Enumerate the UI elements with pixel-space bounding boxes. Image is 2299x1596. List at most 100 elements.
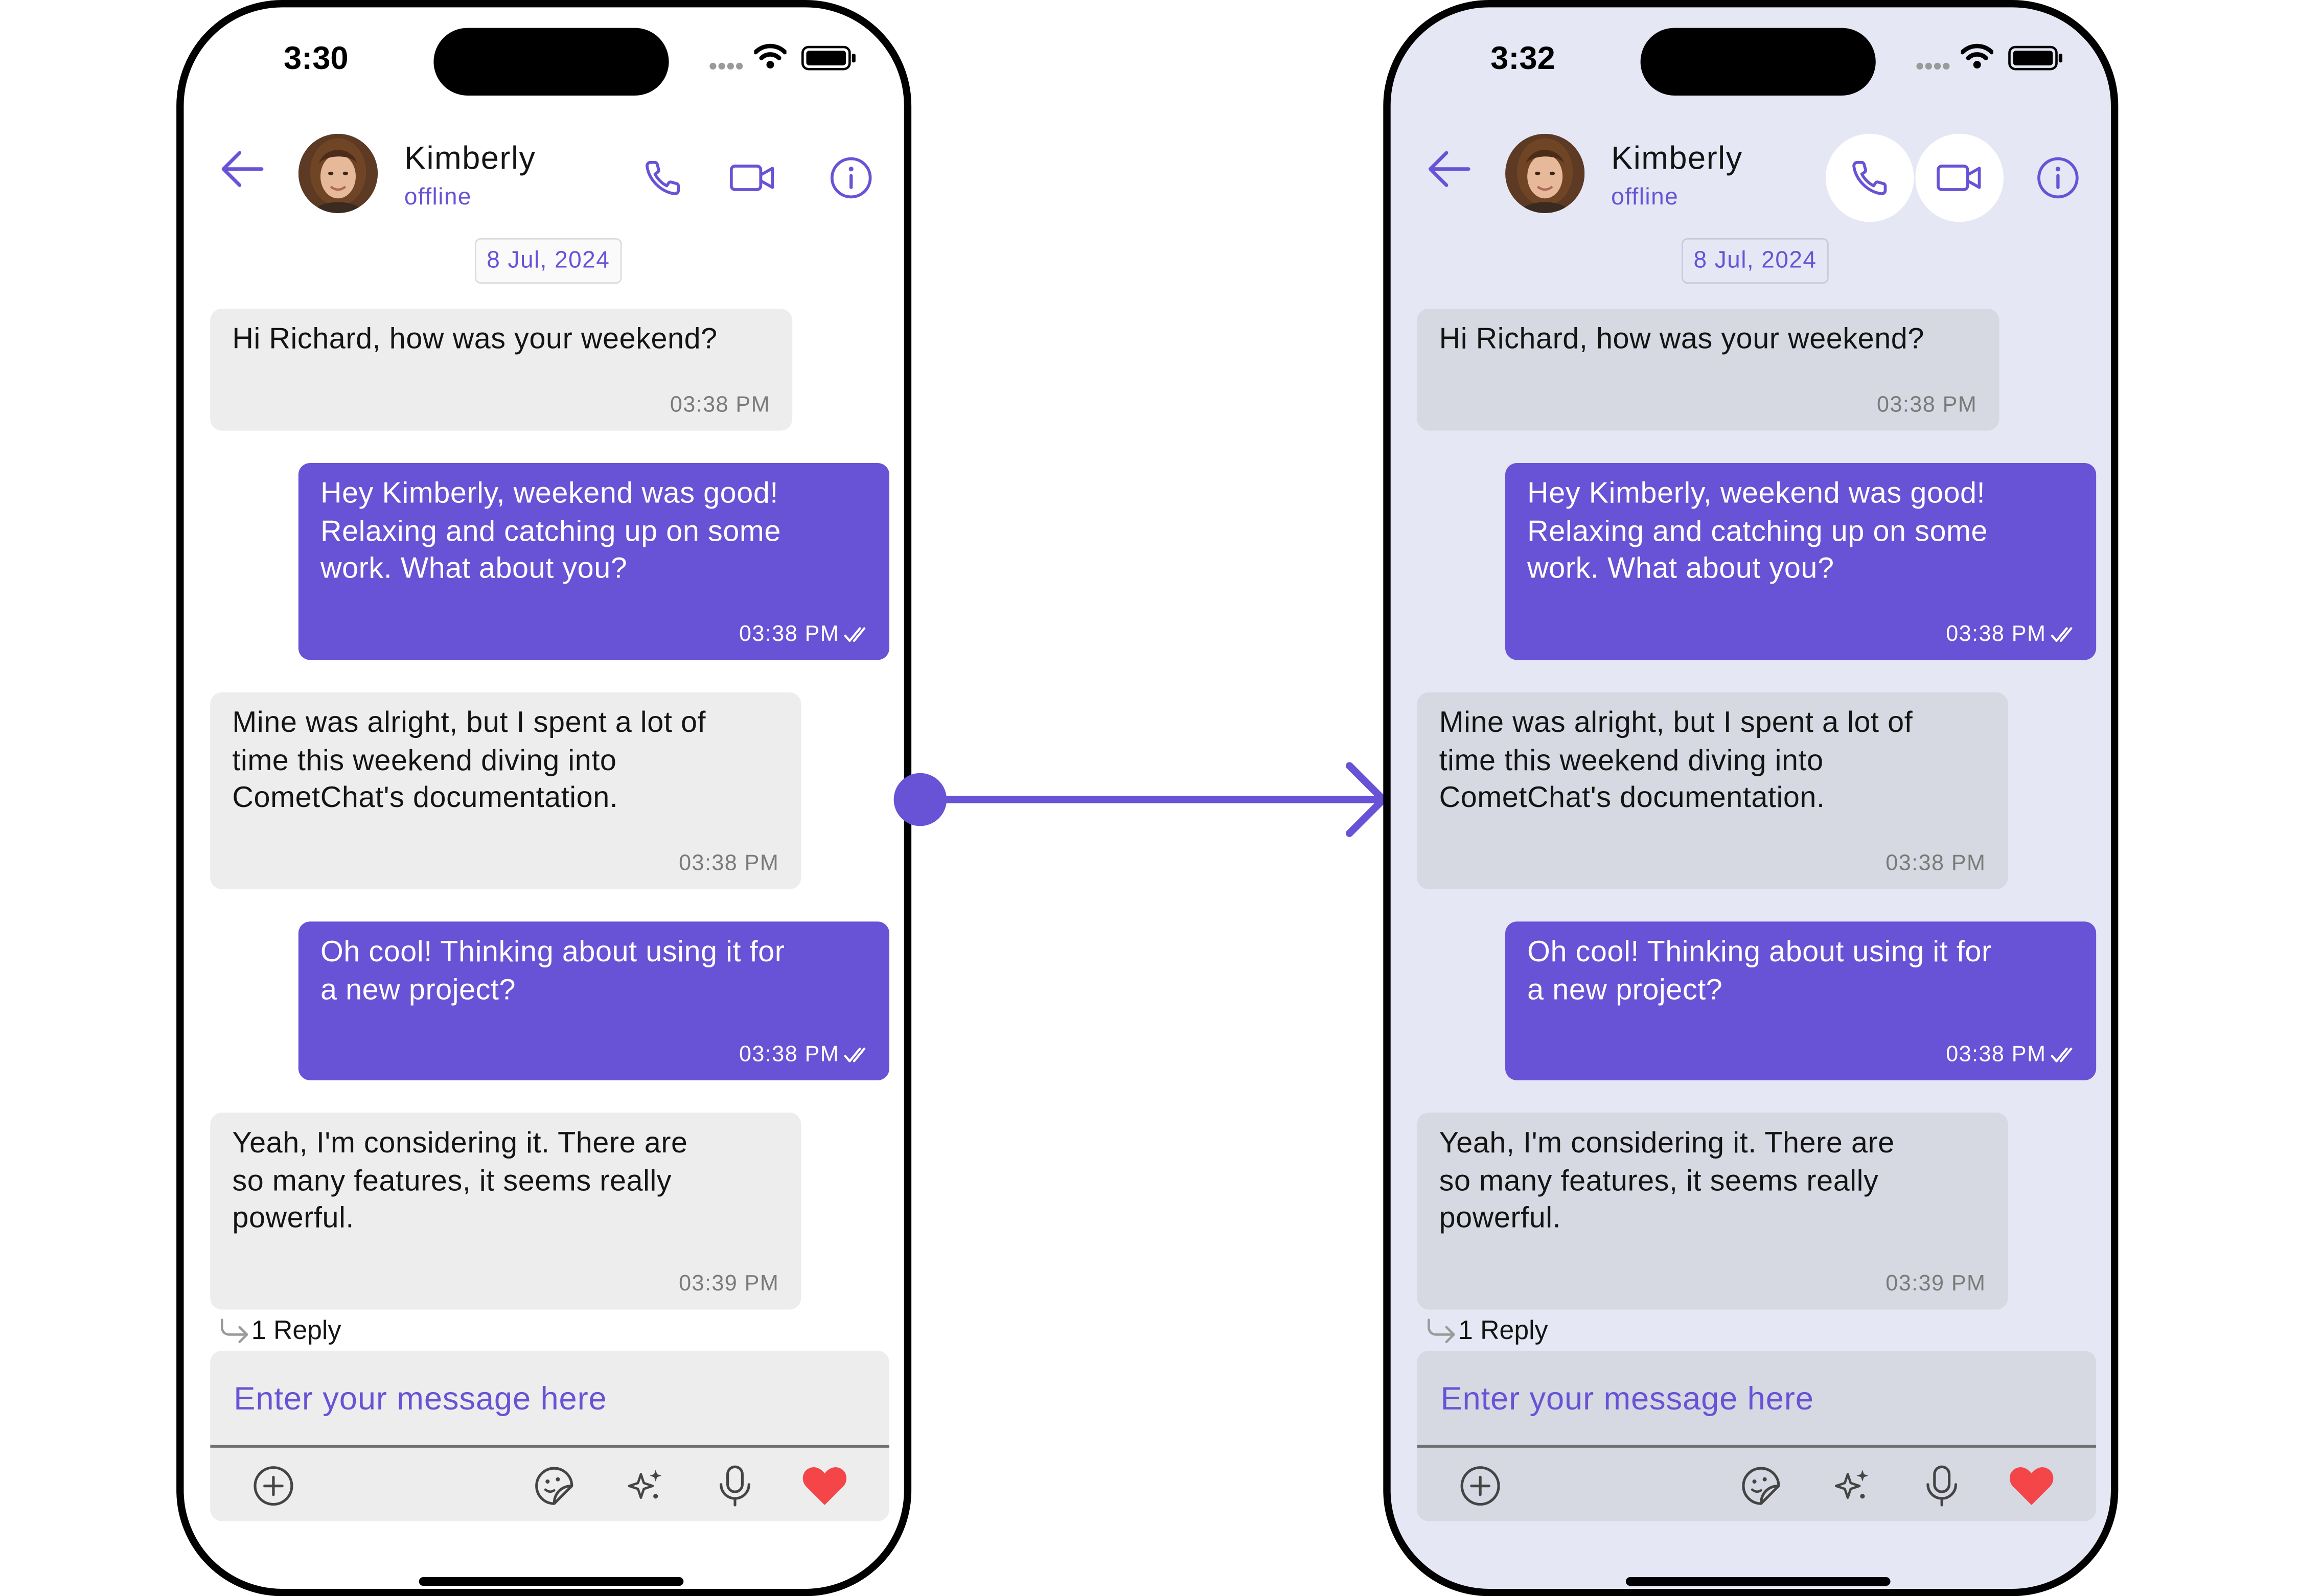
plus-circle-icon [254,1466,293,1506]
thread-reply-link[interactable]: 1 Reply [1426,1315,1548,1346]
thread-reply-link[interactable]: 1 Reply [219,1315,341,1346]
reply-arrow-icon [220,1317,248,1343]
phone-icon [1852,160,1887,195]
sparkles-icon [628,1470,662,1499]
microphone-icon [720,1465,750,1507]
info-button[interactable] [2020,140,2097,216]
message-bubble-incoming[interactable]: Yeah, I'm considering it. There are so m… [1417,1113,2008,1310]
message-input[interactable]: Enter your message here [234,1380,607,1419]
message-bubble-outgoing[interactable]: Hey Kimberly, weekend was good! Relaxing… [1505,462,2097,660]
message-bubble-incoming[interactable]: Mine was alright, but I spent a lot of t… [210,692,801,889]
date-separator: 8 Jul, 2024 [1682,238,1829,284]
message-bubble-outgoing[interactable]: Oh cool! Thinking about using it for a n… [1505,921,2097,1080]
heart-icon [2009,1467,2054,1506]
sticker-button[interactable] [527,1460,581,1513]
sticker-button[interactable] [1735,1460,1788,1513]
video-camera-icon [729,165,774,191]
double-check-read-icon [844,1047,866,1062]
battery-icon [801,45,856,71]
message-bubble-incoming[interactable]: Hi Richard, how was your weekend? 03:38 … [210,308,793,431]
reply-arrow-icon [1428,1317,1455,1343]
message-text: Yeah, I'm considering it. There are so m… [1439,1127,1895,1235]
status-bar-time: 3:32 [1490,39,1555,77]
voice-record-button[interactable] [1915,1460,1968,1513]
info-icon [2037,157,2079,199]
home-indicator [419,1577,684,1586]
microphone-icon [1926,1465,1958,1507]
message-bubble-incoming[interactable]: Hi Richard, how was your weekend? 03:38 … [1417,308,1999,431]
arrow-left-icon [221,151,264,187]
video-call-button[interactable] [1915,133,2004,222]
info-button[interactable] [813,140,889,216]
video-camera-icon [1937,165,1981,191]
send-reaction-button[interactable] [2005,1460,2058,1513]
dynamic-island [433,28,669,96]
avatar-image [298,133,378,214]
message-composer: Enter your message here [1417,1351,2097,1521]
contact-status: offline [404,185,472,211]
arrow-left-icon [1428,151,1470,187]
message-time: 03:38 PM [1946,1042,2047,1067]
message-text: Mine was alright, but I spent a lot of t… [1439,707,1913,815]
heart-icon [802,1467,847,1506]
message-bubble-incoming[interactable]: Yeah, I'm considering it. There are so m… [210,1113,801,1310]
attach-button[interactable] [1454,1460,1507,1513]
avatar[interactable] [298,133,378,214]
voice-call-button[interactable] [1825,133,1914,222]
avatar[interactable] [1505,133,1585,214]
contact-name: Kimberly [1611,140,1743,177]
avatar-image [1505,133,1585,214]
message-text: Mine was alright, but I spent a lot of t… [232,707,706,815]
video-call-button[interactable] [708,134,797,222]
plus-circle-icon [1460,1466,1500,1506]
transition-arrow [893,762,1387,837]
date-separator: 8 Jul, 2024 [474,238,622,284]
double-check-read-icon [2051,626,2073,641]
phone-icon [646,160,680,195]
message-bubble-outgoing[interactable]: Oh cool! Thinking about using it for a n… [298,921,889,1080]
composer-divider [210,1445,889,1447]
double-check-read-icon [2051,1047,2073,1062]
reply-count: 1 Reply [1458,1315,1548,1345]
double-check-read-icon [844,626,866,641]
wifi-icon [1961,43,1993,69]
voice-record-button[interactable] [708,1460,762,1513]
sparkles-icon [1834,1470,1869,1499]
attach-button[interactable] [247,1460,300,1513]
message-text: Oh cool! Thinking about using it for a n… [320,936,785,1006]
message-text: Oh cool! Thinking about using it for a n… [1527,936,1992,1006]
message-time: 03:38 PM [739,1042,840,1067]
message-time: 03:39 PM [1886,1271,1986,1297]
phone-before: 3:30 Kimberly offline 8 Jul, 2024 Hi Ric… [176,0,912,1596]
contact-status: offline [1611,185,1679,211]
message-text: Hey Kimberly, weekend was good! Relaxing… [1527,477,1988,585]
message-time: 03:38 PM [1886,851,1986,876]
voice-call-button[interactable] [619,134,707,222]
sticker-icon [535,1467,573,1505]
reply-count: 1 Reply [251,1315,341,1345]
comparison-canvas: 3:30 Kimberly offline 8 Jul, 2024 Hi Ric… [0,0,2299,1596]
sticker-icon [1742,1467,1780,1505]
back-button[interactable] [1420,140,1479,198]
message-time: 03:39 PM [679,1271,779,1297]
info-icon [830,157,872,199]
send-reaction-button[interactable] [798,1460,852,1513]
message-composer: Enter your message here [210,1351,889,1521]
message-time: 03:38 PM [679,851,779,876]
signal-icon [709,62,743,70]
message-text: Hey Kimberly, weekend was good! Relaxing… [320,477,781,585]
message-time: 03:38 PM [670,392,771,418]
battery-icon [2008,45,2063,71]
message-time: 03:38 PM [1946,621,2047,647]
message-bubble-incoming[interactable]: Mine was alright, but I spent a lot of t… [1417,692,2008,889]
ai-button[interactable] [1824,1460,1877,1513]
message-time: 03:38 PM [1877,392,1978,418]
message-text: Yeah, I'm considering it. There are so m… [232,1127,688,1235]
status-bar-time: 3:30 [283,39,349,77]
message-bubble-outgoing[interactable]: Hey Kimberly, weekend was good! Relaxing… [298,462,889,660]
back-button[interactable] [213,140,272,198]
message-text: Hi Richard, how was your weekend? [1439,323,1924,356]
phone-after: 3:32 Kimberly offline 8 Jul, 2024 Hi Ric… [1383,0,2119,1596]
message-input[interactable]: Enter your message here [1440,1380,1813,1419]
ai-button[interactable] [617,1460,671,1513]
